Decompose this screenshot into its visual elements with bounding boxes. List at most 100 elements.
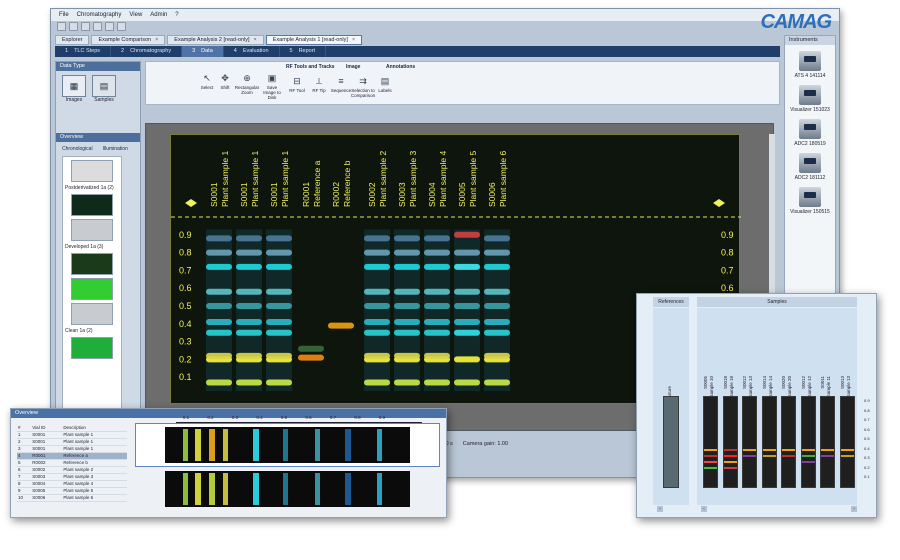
menu-item-3[interactable]: Admin [148, 12, 169, 18]
overview-popup: Overview # Vial ID Description 1 S0001 Plant … [10, 408, 447, 518]
table-row[interactable]: 9 S0005 Plant sample 5 [17, 487, 127, 495]
table-row[interactable]: 4 R0001 Reference a [17, 452, 127, 460]
instrument-label: ADC2 180519 [794, 141, 826, 147]
scale-tick-label: 0.5 [280, 415, 288, 420]
step-tab-2[interactable]: 3 Data [182, 46, 224, 57]
rf-tick-label: 0.6 [179, 283, 192, 293]
toolbar-button-5[interactable]: ⟂ RF Tip [308, 75, 330, 94]
close-icon[interactable]: × [352, 36, 355, 45]
image-thumbnail[interactable] [71, 337, 113, 359]
image-thumbnail[interactable] [71, 160, 113, 182]
band [454, 329, 480, 336]
step-tab-4[interactable]: 5 Report [280, 46, 327, 57]
tool-label: RF Tool [289, 88, 305, 93]
open-icon[interactable] [69, 22, 78, 31]
step-tab-0[interactable]: 1 TLC Steps [55, 46, 112, 57]
folder-icon[interactable] [117, 22, 126, 31]
band [424, 379, 450, 386]
image-thumbnail[interactable] [71, 253, 113, 275]
instrument-item[interactable]: ATS 4 141114 [788, 51, 832, 79]
toolbar-button-7[interactable]: ⇉ Selection to Comparison [351, 75, 375, 99]
toolbar-button-8[interactable]: ▤ Labels [374, 75, 396, 94]
doc-tab-1[interactable]: Example Comparison × [91, 35, 166, 45]
toolbar-button-1[interactable]: ✥ Shift [214, 72, 236, 91]
table-row[interactable]: 8 S0004 Plant sample 4 [17, 480, 127, 488]
instrument-item[interactable]: Visualizer 150515 [788, 187, 832, 215]
sample-table: # Vial ID Description 1 S0001 Plant sample 12… [17, 424, 127, 502]
tab-chronological[interactable]: Chronological [62, 146, 93, 152]
band [266, 288, 292, 295]
samples-nav-right-button[interactable]: › [851, 506, 857, 512]
rf-tick-label: 0.2 [864, 464, 870, 470]
front-marker-icon [185, 199, 191, 207]
close-icon[interactable]: × [254, 36, 257, 45]
tab-illumination[interactable]: Illumination [103, 146, 128, 152]
table-cell: Plant sample 5 [62, 487, 127, 495]
menu-item-1[interactable]: Chromatography [75, 12, 124, 18]
close-icon[interactable]: × [155, 36, 158, 45]
scale-tick-label: 0.4 [256, 415, 263, 420]
redo-icon[interactable] [105, 22, 114, 31]
strip-band [223, 429, 228, 461]
band [704, 461, 717, 463]
band [424, 352, 450, 359]
menu-item-0[interactable]: File [57, 12, 71, 18]
doc-tab-3[interactable]: Example Analysis 1 [read-only] × [265, 35, 363, 45]
table-row[interactable]: 7 S0003 Plant sample 3 [17, 473, 127, 481]
step-tab-1[interactable]: 2 Chromatography [111, 46, 183, 57]
band [236, 329, 262, 336]
scale-tick-label: 0.3 [231, 415, 239, 420]
ref-nav-left-button[interactable]: ‹ [657, 506, 663, 512]
image-thumbnail[interactable] [71, 219, 113, 241]
band [484, 263, 510, 270]
samples-nav-left-button[interactable]: ‹ [701, 506, 707, 512]
save-icon[interactable] [81, 22, 90, 31]
data-type-header: Data Type [56, 62, 140, 71]
instrument-item[interactable]: ADC2 181112 [788, 153, 832, 181]
quick-access-toolbar [57, 22, 126, 34]
band [723, 467, 737, 469]
images-button[interactable]: ▦ [62, 75, 86, 97]
instrument-icon [799, 85, 821, 105]
menu-item-2[interactable]: View [127, 12, 144, 18]
image-thumbnail[interactable] [71, 194, 113, 216]
band [394, 319, 420, 326]
table-row[interactable]: 5 R0002 Reference b [17, 459, 127, 467]
track-name-label: Reference b [342, 160, 352, 207]
doc-tab-0[interactable]: Explorer [55, 35, 90, 45]
image-thumbnail[interactable] [71, 278, 113, 300]
sample-id-label: S0012 [742, 376, 747, 390]
table-row[interactable]: 1 S0001 Plant sample 1 [17, 431, 127, 439]
toolbar-button-4[interactable]: ⊟ RF Tool [286, 75, 308, 94]
toolbar-button-6[interactable]: ≡ Sequence [330, 75, 352, 93]
toolbar-button-3[interactable]: ▣ Save Image to Disk [261, 72, 283, 101]
table-row[interactable]: 2 S0001 Plant sample 1 [17, 438, 127, 446]
doc-tab-2[interactable]: Example Analysis 2 [read-only] × [167, 35, 264, 45]
table-cell: Plant sample 2 [62, 466, 127, 474]
new-icon[interactable] [57, 22, 66, 31]
table-row[interactable]: 6 S0002 Plant sample 2 [17, 466, 127, 474]
table-row[interactable]: 10 S0006 Plant sample 6 [17, 494, 127, 502]
band [236, 263, 262, 270]
table-row[interactable]: 3 S0001 Plant sample 1 [17, 445, 127, 453]
menu-item-4[interactable]: ? [173, 12, 180, 18]
rf-tick-label: 0.9 [864, 398, 870, 403]
band [840, 449, 854, 451]
sample-id-label: S0014 [761, 376, 767, 390]
band [484, 235, 510, 242]
instrument-item[interactable]: ADC2 180519 [788, 119, 832, 147]
band [394, 379, 420, 386]
band [704, 455, 717, 457]
band [206, 319, 232, 326]
samples-button[interactable]: ▤ [92, 75, 116, 97]
undo-icon[interactable] [93, 22, 102, 31]
instrument-item[interactable]: Visualizer 151023 [788, 85, 832, 113]
references-header: References [653, 297, 689, 307]
step-tab-3[interactable]: 4 Evaluation [224, 46, 280, 57]
image-thumbnail[interactable] [71, 303, 113, 325]
toolbar-button-2[interactable]: ⊕ Rectangular Zoom [235, 72, 259, 96]
step-label: Chromatography [130, 48, 172, 54]
tool-icon: ✥ [221, 72, 229, 83]
doc-tab-label: Example Comparison [98, 36, 152, 43]
doc-tab-label: Example Analysis 2 [read-only] [174, 36, 250, 43]
